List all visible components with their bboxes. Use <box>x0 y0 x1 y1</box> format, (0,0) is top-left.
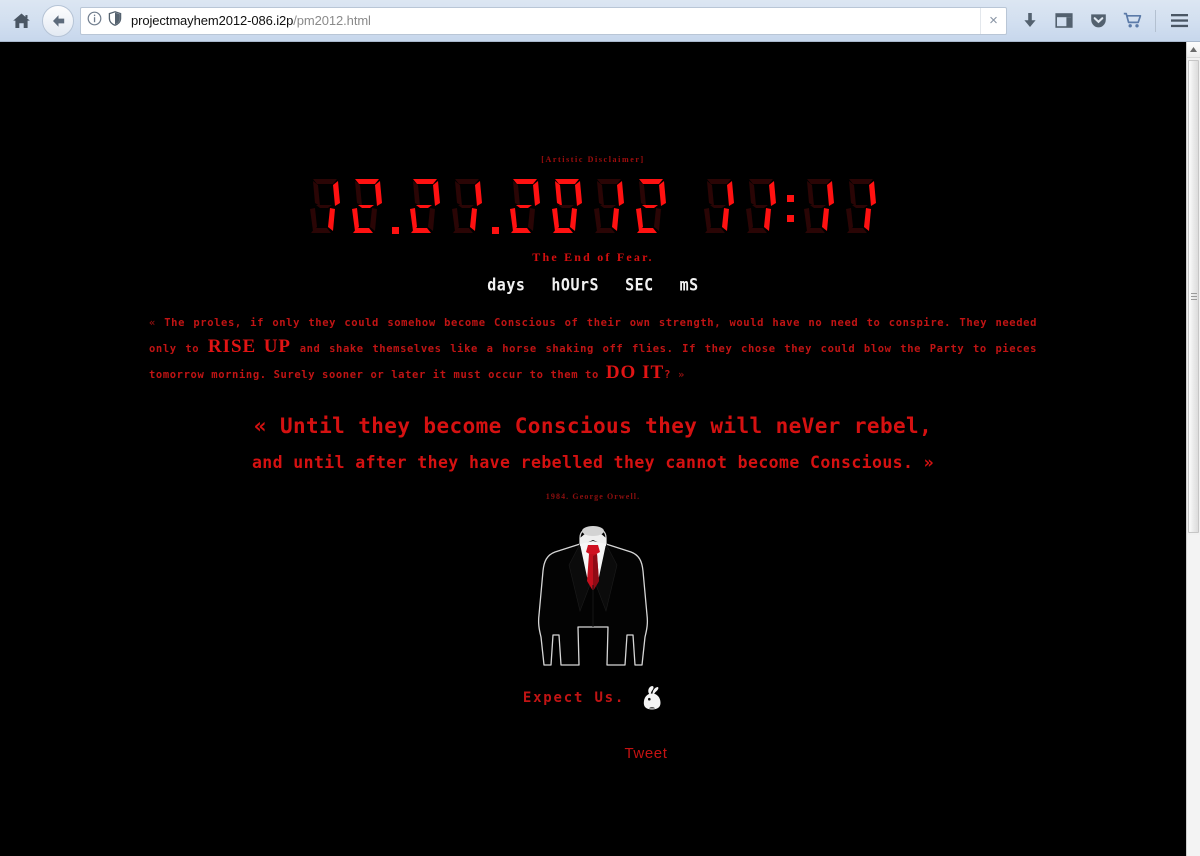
orwell-proles-paragraph: « The proles, if only they could somehow… <box>149 312 1037 387</box>
home-icon <box>12 13 30 28</box>
home-button[interactable] <box>4 4 38 38</box>
browser-toolbar: projectmayhem2012-086.i2p/pm2012.html × <box>0 0 1200 42</box>
back-arrow-icon <box>52 14 64 27</box>
address-bar[interactable]: projectmayhem2012-086.i2p/pm2012.html × <box>80 6 1007 35</box>
counter-label-ms: mS <box>679 274 699 296</box>
countdown-clock-display <box>0 175 1186 237</box>
sidebar-button[interactable] <box>1047 4 1081 38</box>
expect-us-text: Expect Us. <box>522 690 626 706</box>
pocket-icon <box>1090 14 1106 28</box>
toolbar-buttons <box>1013 4 1200 38</box>
cart-icon <box>1123 12 1141 28</box>
page-viewport: [Artistic Disclaimer] The End of Fear. d… <box>0 42 1200 856</box>
led-digit <box>799 175 839 237</box>
downloads-icon <box>1024 13 1036 27</box>
led-digit <box>447 175 487 237</box>
tagline: The End of Fear. <box>532 250 654 264</box>
led-digit <box>631 175 671 237</box>
menu-button[interactable] <box>1162 4 1196 38</box>
white-rabbit-icon[interactable] <box>641 685 663 711</box>
downloads-button[interactable] <box>1013 4 1047 38</box>
led-gap <box>672 175 698 237</box>
cart-button[interactable] <box>1115 4 1149 38</box>
toolbar-divider <box>1155 9 1156 32</box>
proles-emphasis-do-it: DO IT <box>605 362 665 383</box>
url-host: projectmayhem2012-086.i2p <box>131 13 294 28</box>
led-digit <box>741 175 781 237</box>
url-path: /pm2012.html <box>293 13 371 28</box>
page-content: [Artistic Disclaimer] The End of Fear. d… <box>0 42 1186 832</box>
url-text: projectmayhem2012-086.i2p/pm2012.html <box>131 13 980 28</box>
back-button[interactable] <box>42 4 74 37</box>
led-digit <box>505 175 545 237</box>
orwell-quote-line-1: « Until they become Conscious they will … <box>253 414 933 438</box>
led-digit <box>841 175 881 237</box>
vertical-scrollbar[interactable] <box>1186 42 1200 856</box>
expect-us-row: Expect Us. <box>0 685 1186 711</box>
quote-attribution: 1984. George Orwell. <box>545 492 641 501</box>
tweet-button[interactable]: Tweet <box>624 745 667 762</box>
pocket-button[interactable] <box>1081 4 1115 38</box>
counter-label-days: days <box>487 274 526 296</box>
led-dot <box>488 175 504 237</box>
close-guillemet: » <box>678 369 685 381</box>
led-digit <box>305 175 345 237</box>
clear-url-button[interactable]: × <box>980 7 1006 34</box>
countdown-unit-labels: days hOUrS SEC mS <box>0 274 1186 296</box>
menu-hamburger-icon <box>1170 14 1188 28</box>
led-dot <box>388 175 404 237</box>
scroll-up-button[interactable] <box>1187 42 1200 58</box>
led-digit <box>699 175 739 237</box>
shield-icon[interactable] <box>108 10 122 31</box>
scrollbar-grip <box>1191 292 1197 301</box>
counter-label-sec: SEC <box>625 274 654 296</box>
led-digit <box>347 175 387 237</box>
page-bottom-area <box>0 832 1186 856</box>
artistic-disclaimer: [Artistic Disclaimer] <box>541 155 645 164</box>
info-circle-icon[interactable] <box>87 11 102 31</box>
counter-label-hours: hOUrS <box>551 274 600 296</box>
proles-emphasis-rise-up: RISE UP <box>207 336 292 357</box>
project-mayhem-page: [Artistic Disclaimer] The End of Fear. d… <box>0 155 1186 762</box>
anonymous-suit-figure <box>533 519 653 669</box>
led-digit <box>589 175 629 237</box>
led-digit <box>405 175 445 237</box>
scrollbar-track[interactable] <box>1187 535 1200 856</box>
proles-text-part3: ? <box>664 369 678 381</box>
led-digit <box>547 175 587 237</box>
led-colon <box>782 175 798 237</box>
open-guillemet: « <box>149 317 156 329</box>
scrollbar-thumb[interactable] <box>1188 60 1199 533</box>
tweet-row: Tweet <box>0 745 1186 762</box>
sidebar-icon <box>1055 13 1073 28</box>
chevron-up-icon <box>1190 47 1197 52</box>
orwell-quote-line-2: and until after they have rebelled they … <box>251 453 935 472</box>
